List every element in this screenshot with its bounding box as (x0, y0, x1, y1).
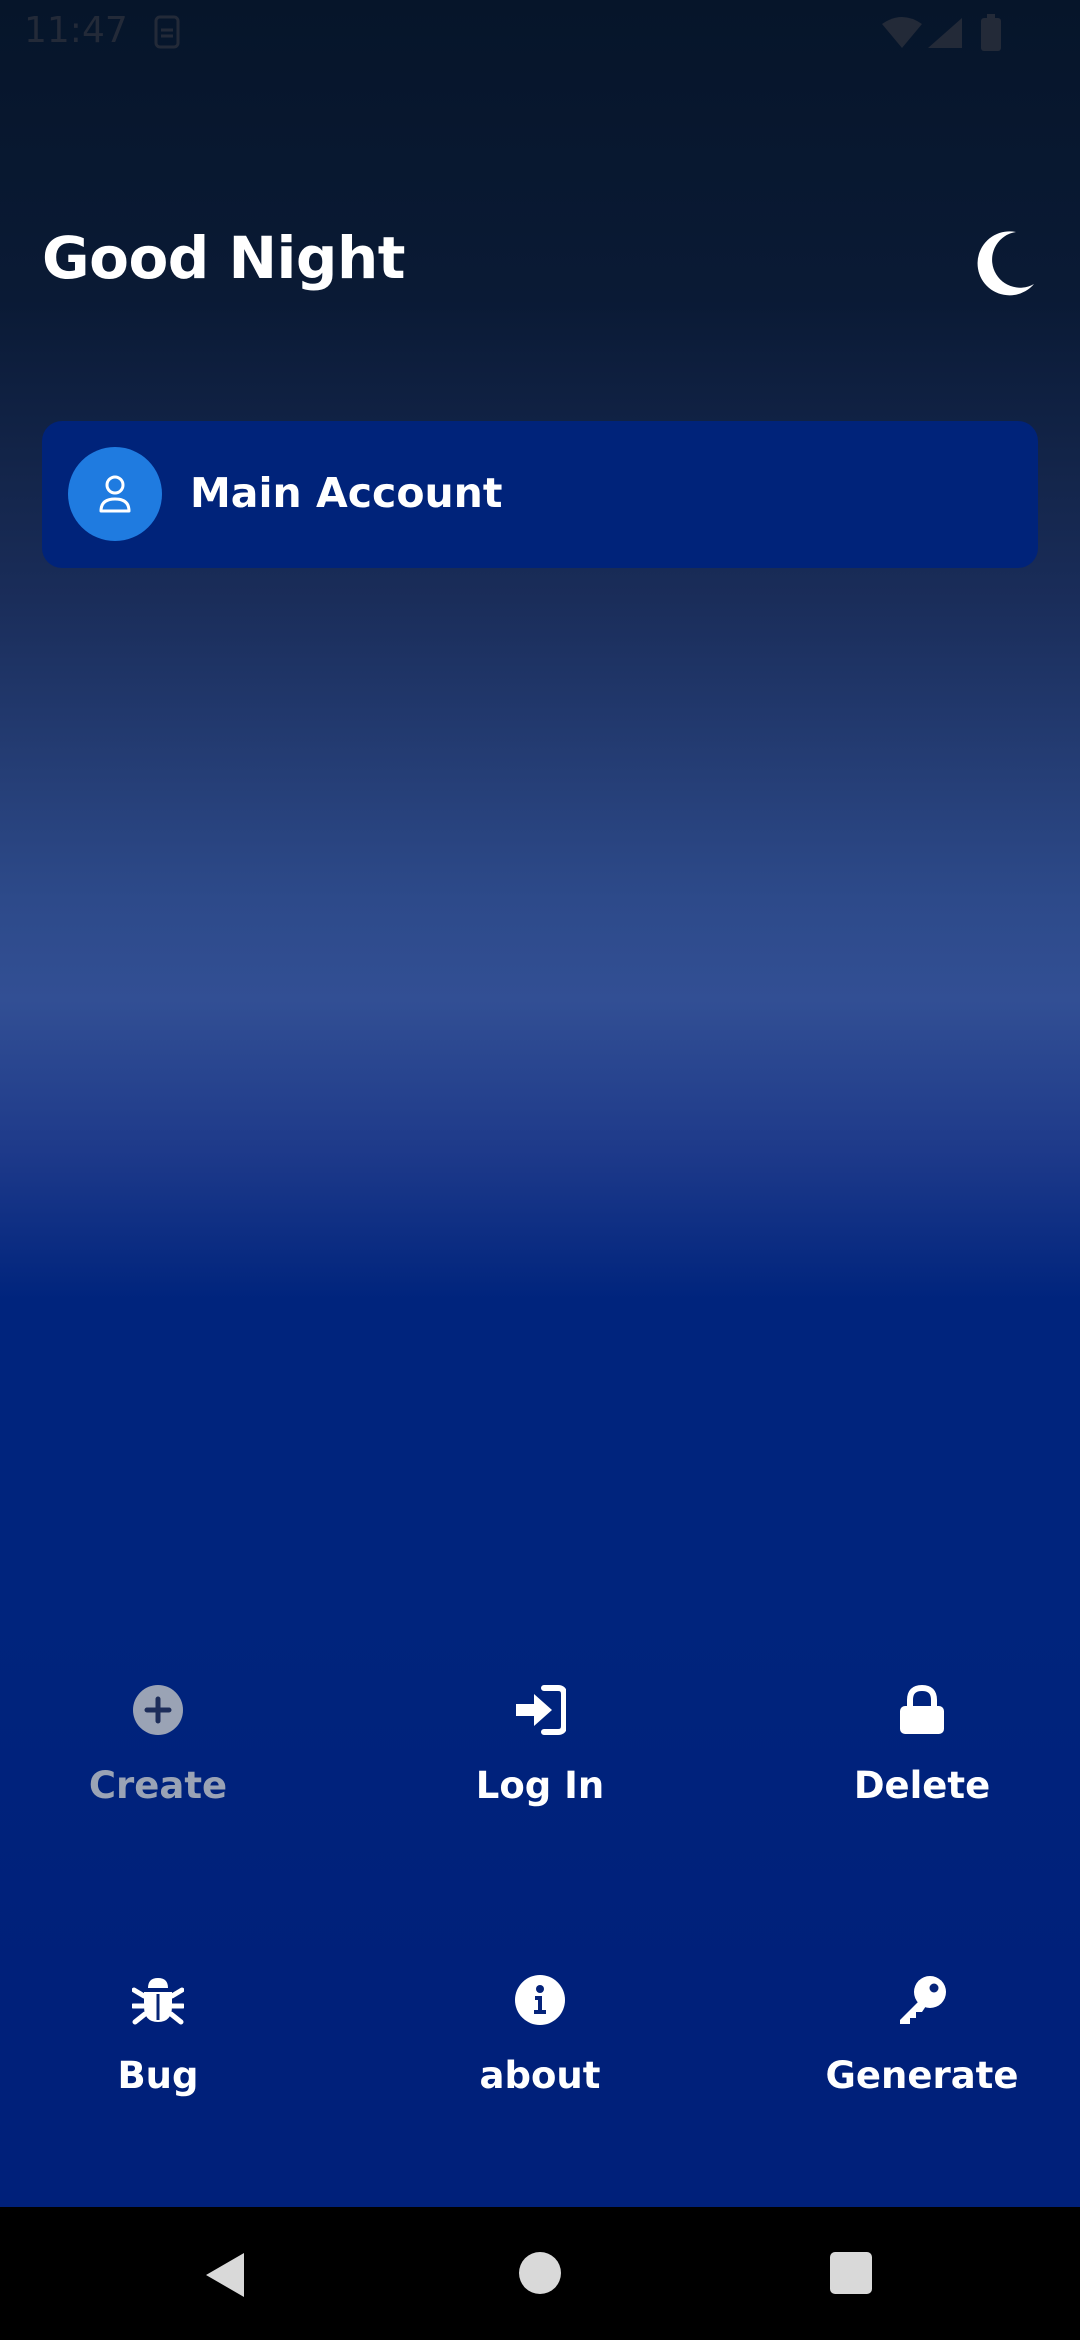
account-label: Main Account (190, 469, 503, 517)
greeting-title: Good Night (42, 224, 405, 292)
about-button[interactable]: about (390, 1974, 690, 2144)
delete-label: Delete (853, 1764, 991, 1807)
create-label: Create (88, 1764, 228, 1807)
log-in-button[interactable]: Log In (390, 1684, 690, 1854)
generate-button[interactable]: Generate (772, 1974, 1072, 2144)
log-in-label: Log In (475, 1764, 605, 1807)
status-time: 11:47 (24, 10, 128, 51)
signal-icon (928, 18, 962, 48)
battery-icon (981, 14, 1001, 51)
back-icon[interactable] (202, 2251, 246, 2299)
sign-in-icon (516, 1685, 566, 1735)
bug-button[interactable]: Bug (8, 1974, 308, 2144)
account-card-main[interactable]: Main Account (42, 421, 1038, 568)
recents-icon[interactable] (829, 2251, 873, 2295)
system-nav-bar (0, 2207, 1080, 2340)
home-icon[interactable] (518, 2251, 562, 2295)
delete-button[interactable]: Delete (772, 1684, 1072, 1854)
app-screen: 11:47 Good Night Main Account Create Log… (0, 0, 1080, 2340)
bug-icon (132, 1978, 184, 2025)
lock-icon (900, 1684, 944, 1734)
plus-circle-icon (133, 1685, 183, 1735)
bug-label: Bug (117, 2054, 199, 2097)
info-icon (515, 1975, 565, 2025)
avatar (68, 447, 162, 541)
user-icon (99, 475, 131, 513)
about-label: about (479, 2054, 601, 2097)
status-bar: 11:47 (0, 0, 1080, 66)
generate-label: Generate (825, 2054, 1019, 2097)
create-button[interactable]: Create (8, 1684, 308, 1854)
moon-icon[interactable] (976, 230, 1036, 296)
wifi-icon (882, 17, 922, 48)
sim-icon (154, 15, 180, 49)
key-icon (900, 1976, 946, 2024)
